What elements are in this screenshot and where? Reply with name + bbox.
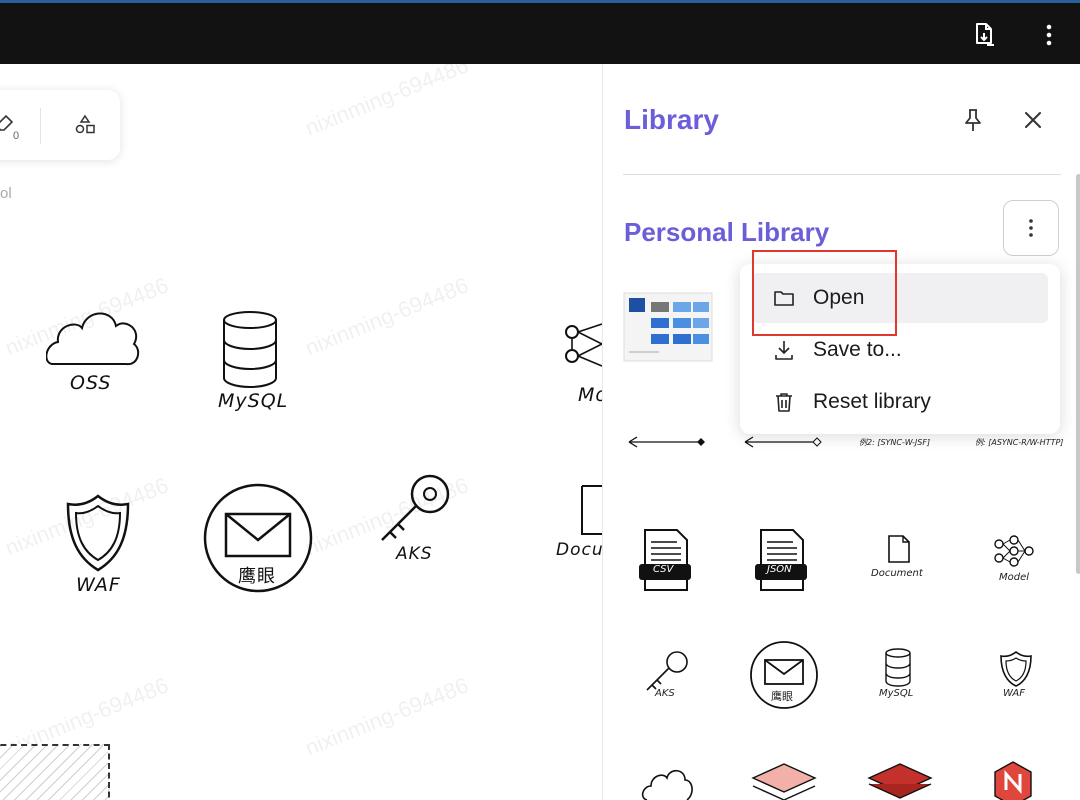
eagle-eye-label: 鹰眼 (238, 566, 276, 587)
toolbar-divider (40, 108, 41, 144)
library-item-diagram[interactable] (623, 292, 719, 388)
more-vertical-icon (1029, 219, 1033, 237)
arrow-label-sync[interactable]: 例2: [SYNC-W-JSF] (859, 437, 930, 448)
document-icon (888, 535, 910, 563)
menu-item-label: Save to... (813, 338, 902, 361)
library-item-aks[interactable]: AKS (643, 650, 739, 746)
csv-label: CSV (653, 564, 674, 575)
neural-network-sketch[interactable] (562, 320, 602, 378)
arrow-filled-diamond-item[interactable] (627, 434, 709, 450)
app-top-bar (0, 0, 1080, 64)
shield-icon (1000, 650, 1032, 687)
library-item-json[interactable]: JSON (753, 526, 849, 622)
library-item-waf[interactable]: WAF (999, 650, 1080, 746)
aks-item-label: AKS (655, 688, 675, 699)
close-icon[interactable] (1019, 106, 1047, 134)
json-file-icon (755, 529, 807, 591)
aks-label: AKS (396, 544, 433, 564)
pin-icon[interactable] (959, 106, 987, 134)
menu-item-open[interactable]: Open (752, 273, 1048, 323)
waf-label: WAF (76, 574, 121, 596)
menu-item-label: Reset library (813, 390, 931, 413)
export-file-icon[interactable] (972, 21, 996, 49)
library-title: Library (624, 104, 719, 135)
arrow-label-async[interactable]: 例: [ASYNC-R/W-HTTP] (975, 437, 1063, 448)
library-item-document[interactable]: Document (871, 534, 967, 630)
oss-label: OSS (70, 372, 112, 394)
more-vertical-icon[interactable] (1037, 21, 1061, 49)
stacked-layers-red-icon[interactable] (749, 760, 819, 800)
eagle-eye-item-label: 鹰眼 (771, 690, 793, 703)
library-menu-button[interactable] (1003, 200, 1059, 256)
panel-scrollbar[interactable] (1076, 174, 1080, 574)
document-label: Document (871, 568, 923, 579)
diagram-thumbnail (623, 292, 713, 362)
library-dropdown-menu: Open Save to... Reset library (740, 264, 1060, 434)
document-label-partial: Docu (556, 540, 602, 560)
library-item-mysql[interactable]: MySQL (879, 648, 975, 744)
csv-file-icon (639, 529, 691, 591)
mysql-label: MySQL (218, 390, 289, 412)
library-item-eagle-eye[interactable]: 鹰眼 (749, 640, 845, 736)
download-icon (775, 341, 793, 360)
document-sketch[interactable] (578, 482, 602, 538)
shapes-icon[interactable] (74, 114, 96, 136)
cloud-icon[interactable] (641, 764, 693, 800)
hatched-selection-box[interactable] (0, 744, 110, 800)
trash-icon (776, 393, 792, 412)
personal-library-title: Personal Library (624, 217, 830, 247)
database-icon (885, 648, 911, 687)
waf-item-label: WAF (1003, 688, 1025, 699)
mysql-item-label: MySQL (879, 688, 914, 699)
key-sketch[interactable] (376, 470, 454, 548)
partial-canvas-text: ol (0, 185, 12, 202)
library-item-model[interactable]: Model (991, 534, 1080, 630)
folder-icon (774, 291, 794, 306)
menu-item-save-to[interactable]: Save to... (752, 325, 1048, 375)
shield-sketch[interactable] (64, 492, 132, 574)
neural-network-icon (994, 535, 1034, 567)
arrow-hollow-diamond-item[interactable] (743, 434, 825, 450)
cloud-sketch[interactable] (46, 304, 142, 372)
database-sketch[interactable] (218, 310, 282, 390)
eraser-count: 0 (13, 130, 20, 142)
json-label: JSON (767, 564, 792, 575)
redis-stack-icon[interactable] (865, 760, 935, 800)
model-label-partial: Mo (578, 384, 602, 406)
library-item-csv[interactable]: CSV (637, 526, 733, 622)
menu-item-reset-library[interactable]: Reset library (752, 377, 1048, 427)
menu-item-label: Open (813, 286, 865, 309)
model-label: Model (999, 572, 1030, 583)
drawing-canvas[interactable]: nixinming-694486 nixinming-694486 nixinm… (0, 64, 602, 800)
nginx-icon[interactable] (991, 760, 1035, 800)
shape-toolbar: 0 (0, 90, 120, 160)
panel-divider (623, 174, 1061, 175)
watermark-text: nixinming-694486 (301, 272, 472, 361)
watermark-text: nixinming-694486 (301, 64, 472, 141)
watermark-text: nixinming-694486 (301, 672, 472, 761)
